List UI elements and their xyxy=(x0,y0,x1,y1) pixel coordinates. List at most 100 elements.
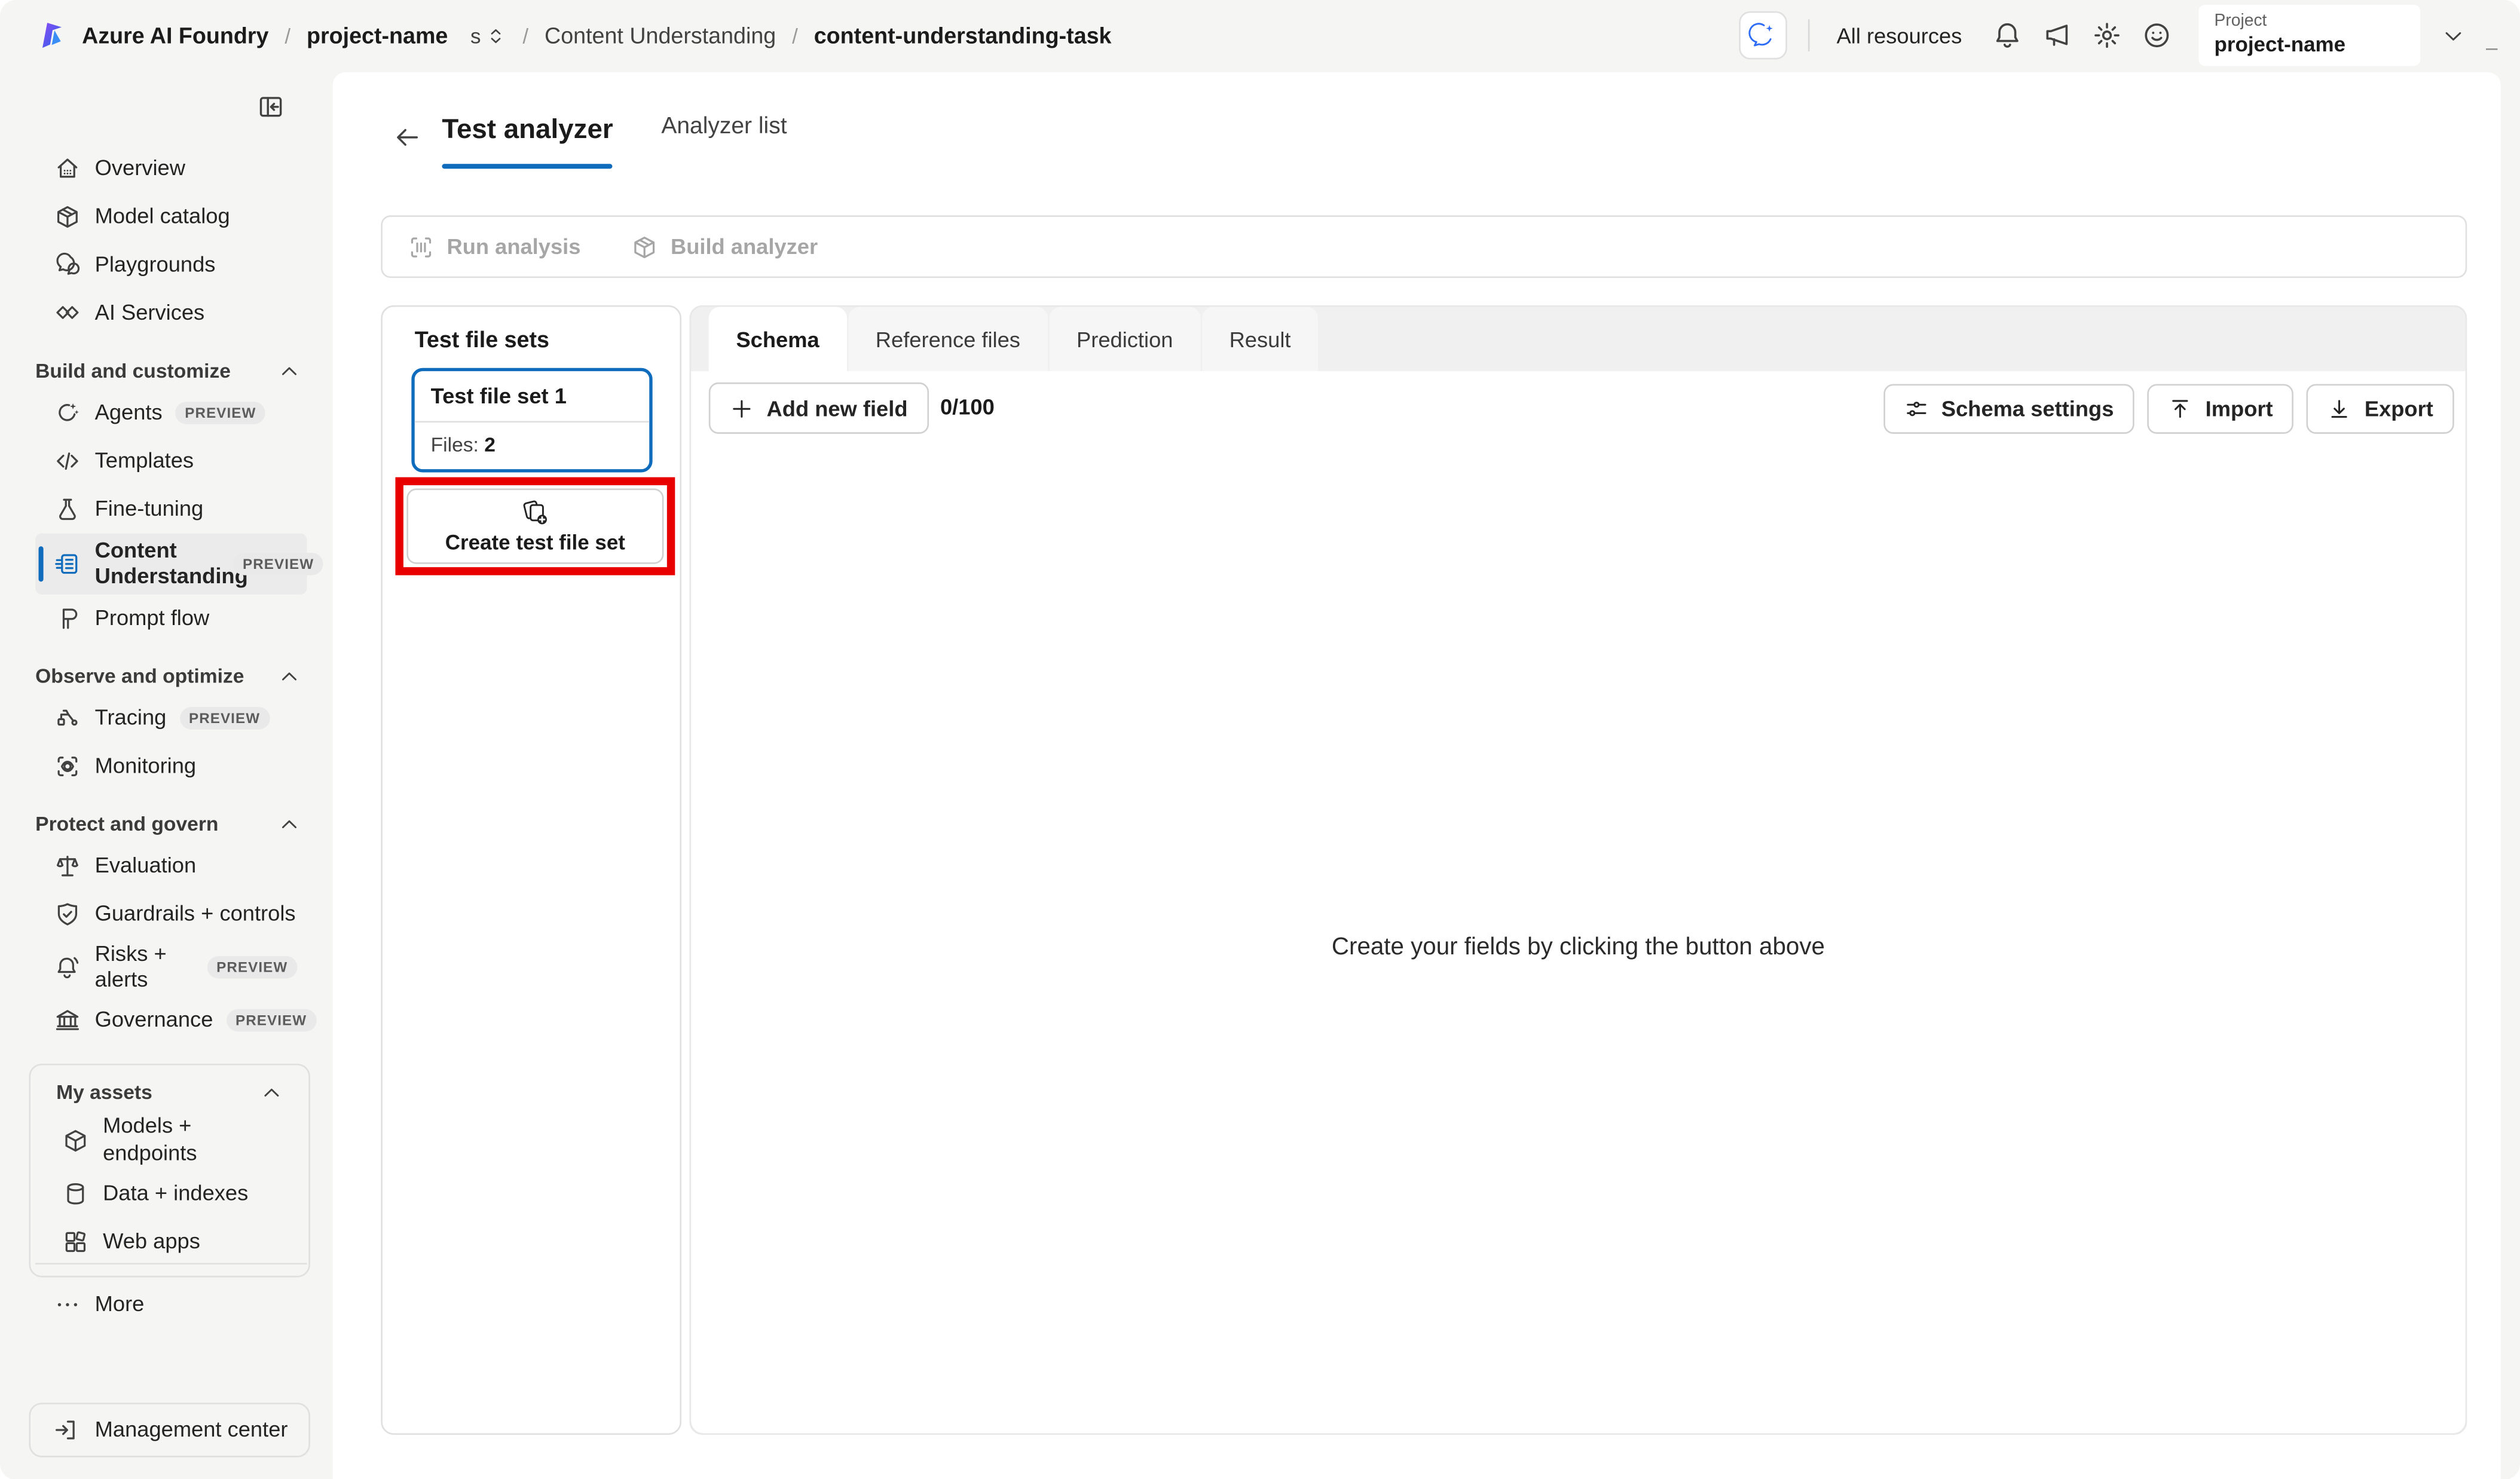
sidebar-item-label: Risks + alerts xyxy=(94,941,167,992)
schema-settings-button[interactable]: Schema settings xyxy=(1883,384,2135,434)
chevron-down-icon[interactable] xyxy=(2441,23,2465,47)
sidebar-item-label: Governance xyxy=(94,1008,213,1032)
test-file-set-card[interactable]: Test file set 1 Files: 2 xyxy=(411,368,653,473)
sidebar-group-my-assets: My assets Models + endpoints Data + indexe… xyxy=(29,1064,310,1277)
plus-icon xyxy=(730,396,754,420)
sidebar-item-content-understanding[interactable]: Content Understanding PREVIEW xyxy=(35,533,324,595)
sidebar-section-build-and-customize[interactable]: Build and customize xyxy=(35,360,307,382)
smiley-icon[interactable] xyxy=(2142,21,2171,50)
fine-tuning-icon xyxy=(54,497,80,522)
tab-analyzer-list[interactable]: Analyzer list xyxy=(661,114,787,169)
sidebar-item-label: AI Services xyxy=(94,300,205,324)
copilot-icon xyxy=(1748,21,1777,50)
sidebar-item-label: Tracing xyxy=(94,705,167,730)
breadcrumb-truncated-fragment: s xyxy=(470,23,481,48)
all-resources-link[interactable]: All resources xyxy=(1837,23,1962,47)
sidebar-item-more[interactable]: More xyxy=(35,1280,307,1328)
chevron-updown-icon[interactable] xyxy=(486,25,507,46)
sidebar-item-fine-tuning[interactable]: Fine-tuning xyxy=(35,485,307,534)
sidebar-item-governance[interactable]: Governance PREVIEW xyxy=(35,997,317,1045)
sidebar-item-label: Agents xyxy=(94,400,163,424)
breadcrumb-separator: / xyxy=(792,23,798,48)
tab-test-analyzer[interactable]: Test analyzer xyxy=(442,114,614,169)
tab-reference-files[interactable]: Reference files xyxy=(848,307,1048,372)
data-indexes-icon xyxy=(63,1181,88,1207)
main-content: Test analyzer Analyzer list Run analysis B… xyxy=(332,72,2501,1479)
sidebar-item-tracing[interactable]: Tracing PREVIEW xyxy=(35,694,307,743)
chevron-up-icon[interactable] xyxy=(278,665,301,688)
product-name[interactable]: Azure AI Foundry xyxy=(82,23,268,48)
preview-badge: PREVIEW xyxy=(175,402,266,424)
run-analysis-label: Run analysis xyxy=(446,234,581,259)
create-file-set-icon xyxy=(521,498,549,527)
sidebar-item-label: More xyxy=(94,1291,145,1315)
run-analysis-button: Run analysis xyxy=(408,234,580,259)
window-dash: – xyxy=(2485,34,2498,59)
project-selector-label: Project xyxy=(2214,11,2267,31)
sidebar-item-label: Fine-tuning xyxy=(94,496,204,520)
copilot-button[interactable] xyxy=(1738,11,1787,60)
sidebar-item-prompt-flow[interactable]: Prompt flow xyxy=(35,595,307,643)
sidebar-item-monitoring[interactable]: Monitoring xyxy=(35,742,307,791)
sidebar-item-evaluation[interactable]: Evaluation xyxy=(35,842,307,890)
test-file-sets-panel: Test file sets Test file set 1 Files: 2 C… xyxy=(381,305,682,1435)
management-center-button[interactable]: Management center xyxy=(29,1402,310,1457)
governance-icon xyxy=(54,1008,80,1034)
view-tabs: Test analyzer Analyzer list xyxy=(442,114,787,169)
models-endpoints-icon xyxy=(63,1127,88,1153)
test-file-sets-title: Test file sets xyxy=(414,326,549,352)
tab-result[interactable]: Result xyxy=(1201,307,1319,372)
risks-alerts-icon xyxy=(54,955,80,981)
sidebar-item-ai-services[interactable]: AI Services xyxy=(35,289,307,338)
agents-icon xyxy=(54,400,80,426)
collapse-sidebar-icon[interactable] xyxy=(257,93,285,121)
sidebar-item-playgrounds[interactable]: Playgrounds xyxy=(35,241,307,289)
back-arrow-icon[interactable] xyxy=(394,124,421,151)
sidebar-item-label: Playgrounds xyxy=(94,252,216,277)
sidebar-item-risks-alerts[interactable]: Risks + alerts PREVIEW xyxy=(35,938,307,997)
evaluation-icon xyxy=(54,853,80,879)
sidebar: Overview Model catalog Playgrounds AI Servi… xyxy=(0,71,333,1479)
breadcrumb-section[interactable]: Content Understanding xyxy=(545,23,776,48)
export-button[interactable]: Export xyxy=(2307,384,2454,434)
sidebar-item-templates[interactable]: Templates xyxy=(35,437,307,485)
sidebar-section-protect-and-govern[interactable]: Protect and govern xyxy=(35,813,307,836)
sidebar-section-my-assets[interactable]: My assets xyxy=(56,1082,289,1105)
sidebar-item-label: Content Understanding xyxy=(94,538,248,589)
megaphone-icon[interactable] xyxy=(2042,21,2071,50)
azure-ai-foundry-logo-icon xyxy=(35,19,68,51)
tab-prediction[interactable]: Prediction xyxy=(1049,307,1201,372)
sidebar-item-model-catalog[interactable]: Model catalog xyxy=(35,193,307,241)
sidebar-section-observe-and-optimize[interactable]: Observe and optimize xyxy=(35,665,307,688)
sidebar-item-label: Prompt flow xyxy=(94,605,210,630)
create-test-file-set-button[interactable]: Create test file set xyxy=(406,488,664,564)
import-button[interactable]: Import xyxy=(2147,384,2294,434)
breadcrumb-separator: / xyxy=(285,23,291,48)
tab-schema[interactable]: Schema xyxy=(708,307,847,372)
upload-icon xyxy=(2169,397,2192,421)
build-analyzer-label: Build analyzer xyxy=(670,234,818,259)
chevron-up-icon[interactable] xyxy=(261,1082,283,1105)
sidebar-item-data-indexes[interactable]: Data + indexes xyxy=(44,1169,299,1218)
sidebar-item-web-apps[interactable]: Web apps xyxy=(44,1217,299,1266)
sidebar-item-models-endpoints[interactable]: Models + endpoints xyxy=(44,1111,299,1169)
sidebar-section-title: Build and customize xyxy=(35,360,231,382)
breadcrumb-task[interactable]: content-understanding-task xyxy=(814,23,1112,48)
add-new-field-button[interactable]: Add new field xyxy=(708,382,929,434)
bell-icon[interactable] xyxy=(1992,21,2021,50)
templates-icon xyxy=(54,448,80,474)
breadcrumb-project[interactable]: project-name xyxy=(307,23,448,48)
sidebar-item-label: Model catalog xyxy=(94,204,230,228)
sidebar-item-guardrails-controls[interactable]: Guardrails + controls xyxy=(35,890,307,939)
chevron-up-icon[interactable] xyxy=(278,360,301,382)
project-selector[interactable]: Project project-name xyxy=(2198,5,2420,66)
sidebar-item-agents[interactable]: Agents PREVIEW xyxy=(35,389,307,437)
chevron-up-icon[interactable] xyxy=(278,813,301,836)
sidebar-nav: Overview Model catalog Playgrounds AI Servi… xyxy=(0,145,333,1277)
schema-settings-label: Schema settings xyxy=(1941,397,2114,421)
breadcrumb-separator: / xyxy=(522,23,529,48)
sidebar-item-overview[interactable]: Overview xyxy=(35,145,307,193)
ai-services-icon xyxy=(54,301,80,326)
import-label: Import xyxy=(2205,397,2273,421)
gear-icon[interactable] xyxy=(2092,21,2121,50)
